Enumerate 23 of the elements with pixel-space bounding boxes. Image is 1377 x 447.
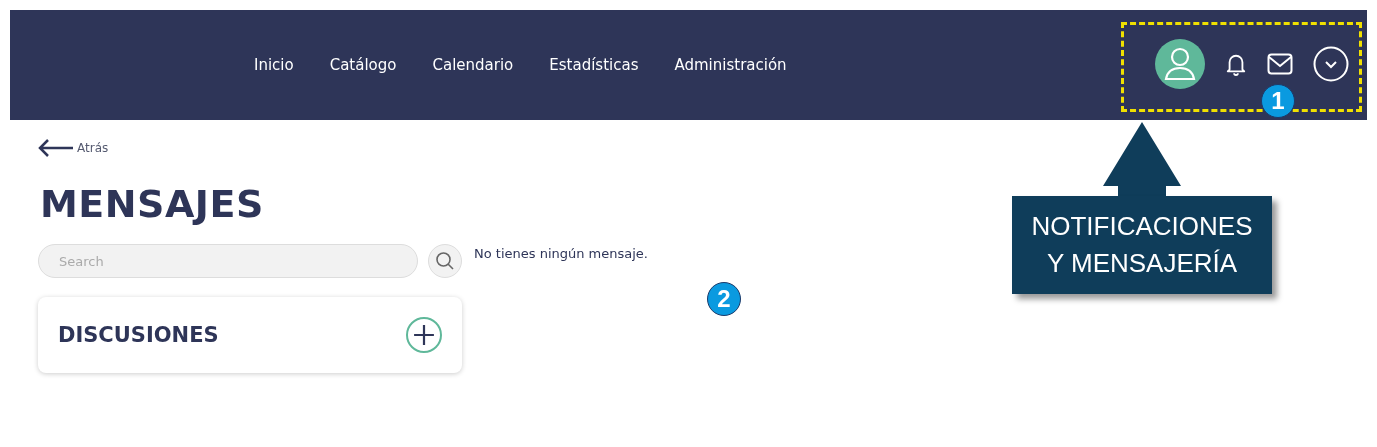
nav-link[interactable]: Inicio: [254, 56, 294, 74]
back-link[interactable]: Atrás: [38, 138, 109, 158]
plus-icon: [413, 324, 435, 346]
back-arrow-icon: [38, 138, 74, 158]
empty-message: No tienes ningún mensaje.: [474, 245, 648, 263]
nav-link[interactable]: Administración: [674, 56, 787, 74]
up-arrow-icon: [1103, 122, 1181, 196]
back-label: Atrás: [77, 141, 109, 155]
add-discussion-button[interactable]: [406, 317, 442, 353]
mail-icon[interactable]: [1267, 53, 1293, 75]
nav-link[interactable]: Estadísticas: [549, 56, 639, 74]
search-button[interactable]: [428, 244, 462, 278]
bell-icon[interactable]: [1225, 52, 1247, 76]
number-marker: 2: [707, 282, 741, 316]
chevron-down-icon[interactable]: [1313, 46, 1349, 82]
callout-text: NOTIFICACIONES Y MENSAJERÍA: [1012, 196, 1272, 294]
nav-link[interactable]: Catálogo: [329, 56, 397, 74]
page-title: MENSAJES: [40, 181, 264, 228]
search-icon: [435, 251, 455, 271]
search-field[interactable]: Search: [38, 244, 418, 278]
nav-link[interactable]: Calendario: [432, 56, 514, 74]
discussions-heading: DISCUSIONES: [58, 323, 219, 347]
user-avatar-icon[interactable]: [1155, 39, 1205, 89]
